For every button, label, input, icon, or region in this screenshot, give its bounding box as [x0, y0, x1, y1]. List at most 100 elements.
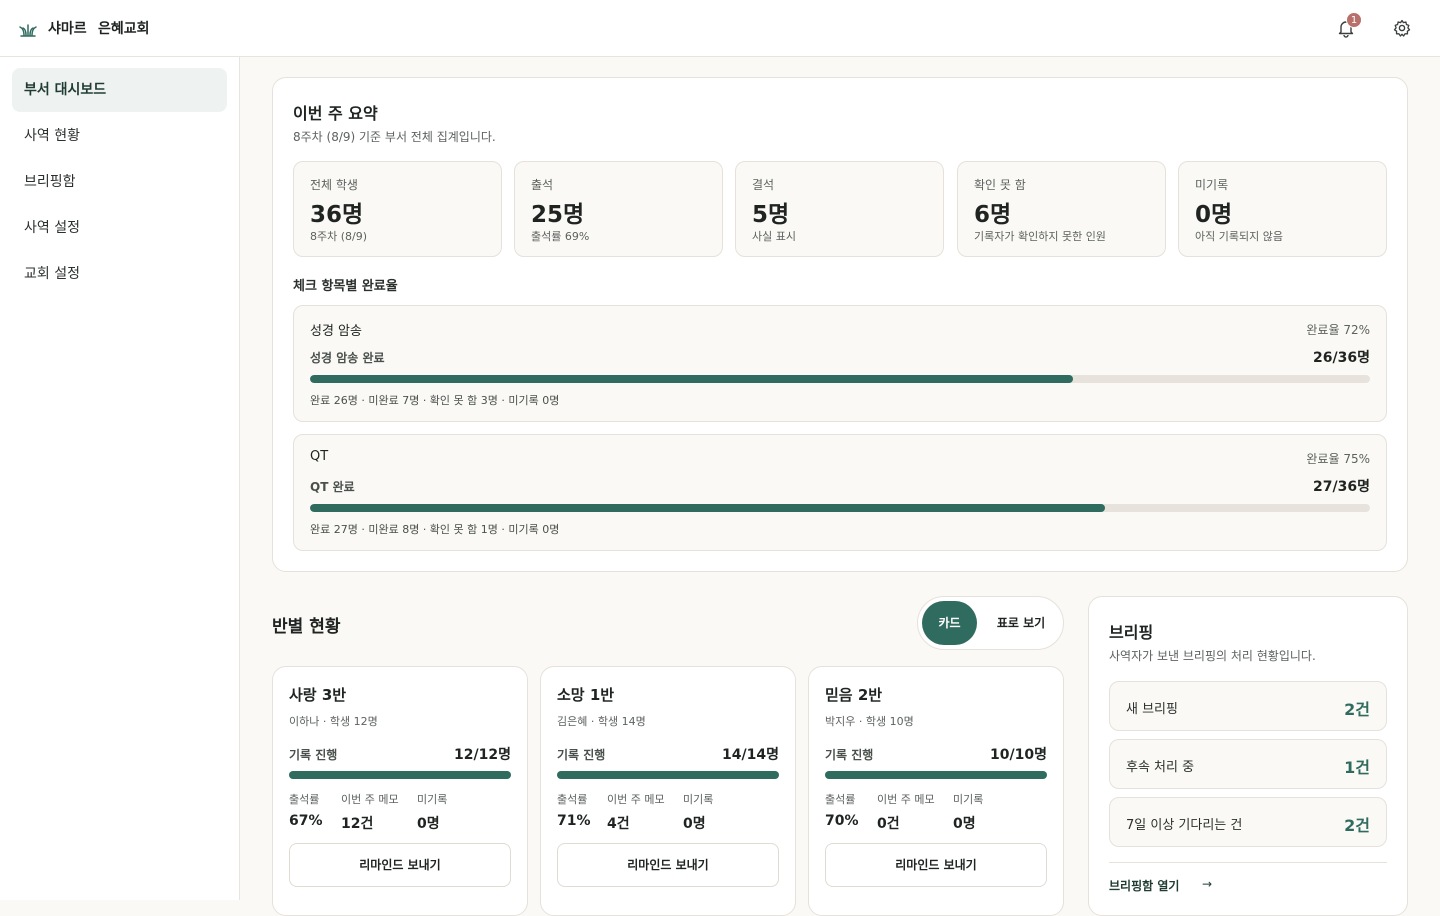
stat-label: 출석 [531, 178, 554, 192]
sidebar-item-dashboard[interactable]: 부서 대시보드 [12, 68, 227, 112]
app-brand[interactable]: 샤마르 [48, 18, 87, 38]
sidebar: 부서 대시보드 사역 현황 브리핑함 사역 설정 교회 설정 [0, 57, 240, 900]
summary-title: 이번 주 요약 [293, 104, 378, 123]
toggle-table-view[interactable]: 표로 보기 [984, 601, 1058, 645]
metric-value: 0건 [877, 816, 900, 832]
divider [1109, 862, 1387, 863]
class-card: 소망 1반 김은혜 · 학생 14명 기록 진행 14/14명 출석률 71% 이… [540, 666, 796, 916]
progress-bar [289, 771, 511, 779]
stat-value: 6명 [974, 202, 1012, 228]
check-name: QT [310, 449, 329, 464]
stat-unconfirmed: 확인 못 함 6명 기록자가 확인하지 못한 인원 [957, 161, 1166, 257]
remind-button[interactable]: 리마인드 보내기 [825, 843, 1047, 887]
metric-label: 미기록 [953, 793, 984, 806]
briefing-waiting[interactable]: 7일 이상 기다리는 건 2건 [1109, 797, 1387, 847]
class-meta: 김은혜 · 학생 14명 [557, 715, 646, 728]
metric-value: 0명 [953, 816, 976, 832]
class-card: 사랑 3반 이하나 · 학생 12명 기록 진행 12/12명 출석률 67% 이… [272, 666, 528, 916]
metric-memo: 이번 주 메모 12건 [341, 791, 399, 833]
metric-label: 출석률 [825, 793, 856, 806]
summary-subtitle: 8주차 (8/9) 기준 부서 전체 집계입니다. [293, 130, 496, 144]
metric-label: 이번 주 메모 [341, 793, 399, 806]
progress-count: 12/12명 [454, 747, 511, 763]
stat-value: 25명 [531, 202, 585, 228]
metric-label: 미기록 [683, 793, 714, 806]
check-item-bible-memory: 성경 암송 완료율 72% 성경 암송 완료 26/36명 완료 26명 · 미… [293, 305, 1387, 422]
metric-value: 70% [825, 813, 859, 829]
stat-label: 미기록 [1195, 178, 1229, 192]
metric-value: 67% [289, 813, 323, 829]
remind-button[interactable]: 리마인드 보내기 [289, 843, 511, 887]
metric-value: 71% [557, 813, 591, 829]
metric-memo: 이번 주 메모 0건 [877, 791, 935, 833]
progress-fill [289, 771, 511, 779]
toggle-card-view[interactable]: 카드 [922, 601, 977, 645]
progress-label: 기록 진행 [825, 748, 874, 762]
progress-fill [310, 504, 1105, 512]
church-name[interactable]: 은혜교회 [98, 18, 150, 38]
sidebar-item-church-settings[interactable]: 교회 설정 [12, 252, 227, 296]
briefing-item-label: 새 브리핑 [1126, 702, 1178, 717]
check-done-label: QT 완료 [310, 480, 355, 494]
metric-memo: 이번 주 메모 4건 [607, 791, 665, 833]
briefing-item-value: 2건 [1344, 816, 1370, 835]
stat-note: 아직 기록되지 않음 [1195, 230, 1283, 243]
weekly-summary-card: 이번 주 요약 8주차 (8/9) 기준 부서 전체 집계입니다. 전체 학생 … [272, 77, 1408, 572]
check-done-count: 27/36명 [1313, 479, 1370, 495]
stat-value: 5명 [752, 202, 790, 228]
sprout-icon[interactable] [18, 18, 38, 38]
metric-value: 0명 [417, 816, 440, 832]
progress-fill [310, 375, 1074, 383]
class-name: 믿음 2반 [825, 686, 883, 704]
checks-title: 체크 항목별 완료율 [293, 279, 398, 294]
classes-title: 반별 현황 [272, 617, 341, 637]
briefing-in-progress[interactable]: 후속 처리 중 1건 [1109, 739, 1387, 789]
top-bar: 샤마르 은혜교회 1 [0, 0, 1440, 57]
sidebar-item-ministry-settings[interactable]: 사역 설정 [12, 206, 227, 250]
progress-fill [557, 771, 779, 779]
gear-icon[interactable] [1392, 18, 1412, 38]
metric-value: 4건 [607, 816, 630, 832]
sidebar-item-ministry-status[interactable]: 사역 현황 [12, 114, 227, 158]
metric-label: 미기록 [417, 793, 448, 806]
check-rate: 완료율 75% [1306, 452, 1370, 466]
metric-value: 12건 [341, 816, 374, 832]
metric-attendance: 출석률 71% [557, 791, 591, 829]
check-rate: 완료율 72% [1306, 323, 1370, 337]
metric-unrecorded: 미기록 0명 [953, 791, 983, 833]
open-briefing-box-link[interactable]: 브리핑함 열기 [1109, 877, 1179, 894]
arrow-right-icon[interactable]: → [1202, 877, 1212, 891]
briefing-subtitle: 사역자가 보낸 브리핑의 처리 현황입니다. [1109, 649, 1316, 663]
check-footer: 완료 26명 · 미완료 7명 · 확인 못 함 3명 · 미기록 0명 [310, 394, 560, 407]
check-footer: 완료 27명 · 미완료 8명 · 확인 못 함 1명 · 미기록 0명 [310, 523, 560, 536]
progress-bar [825, 771, 1047, 779]
stat-value: 0명 [1195, 202, 1233, 228]
stat-label: 전체 학생 [310, 178, 358, 192]
class-name: 사랑 3반 [289, 686, 347, 704]
stat-note: 8주차 (8/9) [310, 230, 368, 243]
stat-attendance: 출석 25명 출석률 69% [514, 161, 723, 257]
stat-absence: 결석 5명 사실 표시 [735, 161, 944, 257]
metric-unrecorded: 미기록 0명 [683, 791, 713, 833]
stat-value: 36명 [310, 202, 364, 228]
view-toggle: 카드 표로 보기 [917, 596, 1064, 650]
class-name: 소망 1반 [557, 686, 615, 704]
metric-label: 이번 주 메모 [607, 793, 665, 806]
metric-value: 0명 [683, 816, 706, 832]
sidebar-item-briefing-box[interactable]: 브리핑함 [12, 160, 227, 204]
remind-button[interactable]: 리마인드 보내기 [557, 843, 779, 887]
briefing-new[interactable]: 새 브리핑 2건 [1109, 681, 1387, 731]
stat-label: 결석 [752, 178, 775, 192]
class-meta: 박지우 · 학생 10명 [825, 715, 914, 728]
stat-total-students: 전체 학생 36명 8주차 (8/9) [293, 161, 502, 257]
stat-note: 기록자가 확인하지 못한 인원 [974, 230, 1106, 243]
briefing-item-label: 후속 처리 중 [1126, 760, 1195, 775]
progress-fill [825, 771, 1047, 779]
metric-label: 출석률 [557, 793, 588, 806]
metric-attendance: 출석률 67% [289, 791, 323, 829]
notification-badge: 1 [1346, 12, 1362, 28]
check-name: 성경 암송 [310, 324, 362, 339]
briefing-item-value: 2건 [1344, 700, 1370, 719]
stat-note: 출석률 69% [531, 230, 590, 243]
stat-unrecorded: 미기록 0명 아직 기록되지 않음 [1178, 161, 1387, 257]
